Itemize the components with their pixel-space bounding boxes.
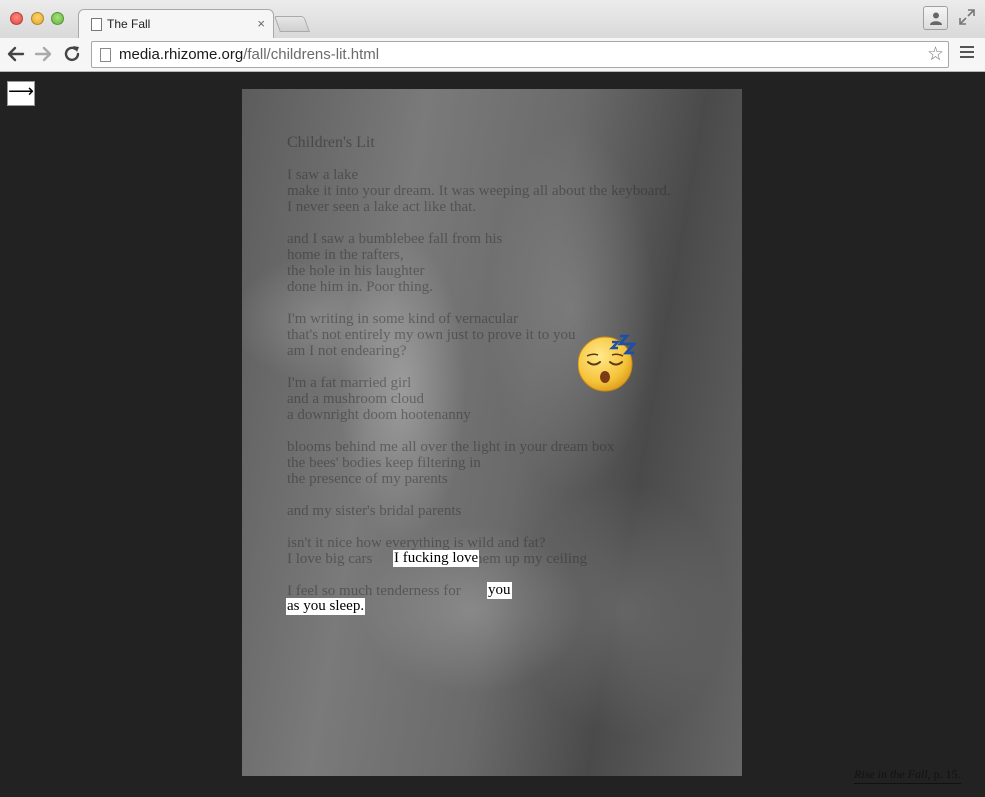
highlight-line-3: as you sleep. bbox=[286, 598, 366, 615]
menu-icon[interactable] bbox=[960, 46, 974, 60]
next-page-arrow-button[interactable]: ⟶ bbox=[7, 81, 35, 106]
highlight-line-1: I fucking love bbox=[393, 550, 480, 567]
url-host: media.rhizome.org bbox=[119, 46, 244, 63]
window-close-button[interactable] bbox=[10, 12, 23, 25]
fullscreen-icon[interactable] bbox=[958, 8, 976, 26]
browser-tab-active[interactable]: The Fall × bbox=[78, 9, 274, 39]
page-viewport: ⟶ Children's Lit I saw a lake make it in… bbox=[0, 72, 985, 797]
url-text[interactable]: media.rhizome.org/fall/childrens-lit.htm… bbox=[119, 46, 379, 63]
page-caption: Rise in the Fall, p. 15. bbox=[854, 767, 961, 784]
background-photo: Children's Lit I saw a lake make it into… bbox=[242, 89, 742, 776]
caption-title: Rise in the Fall bbox=[854, 767, 928, 781]
url-path: /fall/childrens-lit.html bbox=[243, 46, 380, 63]
tab-close-icon[interactable]: × bbox=[257, 16, 265, 31]
poem-title: Children's Lit bbox=[287, 134, 375, 151]
reload-icon[interactable] bbox=[61, 43, 83, 65]
page-icon bbox=[91, 18, 102, 31]
bookmark-star-icon[interactable]: ☆ bbox=[927, 45, 944, 64]
window-minimize-button[interactable] bbox=[31, 12, 44, 25]
back-icon[interactable] bbox=[5, 43, 27, 65]
sleeping-face-icon bbox=[578, 334, 636, 392]
highlight-line-2: you bbox=[487, 582, 512, 599]
caption-page: , p. 15. bbox=[927, 767, 961, 781]
browser-toolbar: media.rhizome.org/fall/childrens-lit.htm… bbox=[0, 38, 985, 72]
profile-button[interactable] bbox=[923, 6, 948, 30]
forward-icon[interactable] bbox=[32, 43, 54, 65]
tab-title: The Fall bbox=[107, 17, 151, 31]
window-zoom-button[interactable] bbox=[51, 12, 64, 25]
new-tab-button[interactable] bbox=[274, 16, 310, 32]
window-titlebar: The Fall × bbox=[0, 0, 985, 39]
address-bar[interactable]: media.rhizome.org/fall/childrens-lit.htm… bbox=[91, 41, 949, 68]
person-icon bbox=[930, 12, 942, 25]
page-icon bbox=[100, 48, 111, 62]
